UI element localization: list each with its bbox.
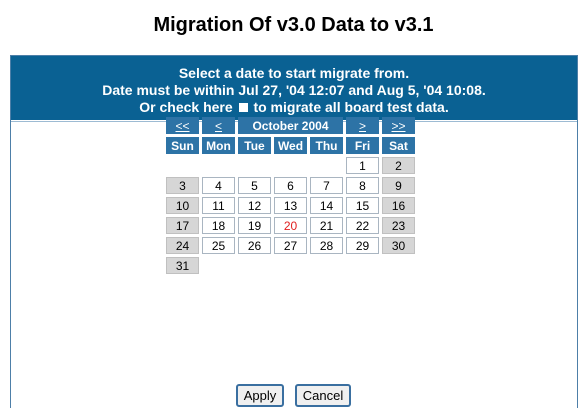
weekday-label: Fri [346, 137, 379, 154]
next-year-link[interactable]: >> [391, 119, 405, 133]
calendar-empty-cell [310, 257, 343, 274]
calendar-week-row: 24 25 26 27 28 29 30 [166, 237, 415, 254]
calendar-day-cell[interactable]: 30 [382, 237, 415, 254]
next-month-cell: > [346, 117, 379, 134]
calendar-day-cell[interactable]: 16 [382, 197, 415, 214]
weekday-label: Sat [382, 137, 415, 154]
calendar-week-row: 10 11 12 13 14 15 16 [166, 197, 415, 214]
calendar-day-cell[interactable]: 20 [274, 217, 307, 234]
prev-month-cell: < [202, 117, 235, 134]
cancel-button[interactable]: Cancel [294, 384, 352, 407]
calendar: << < October 2004 > >> Sun Mon Tue Wed Thu Fr… [163, 114, 418, 277]
next-month-link[interactable]: > [359, 119, 366, 133]
calendar-day-cell[interactable]: 24 [166, 237, 199, 254]
calendar-empty-cell [238, 157, 271, 174]
calendar-empty-cell [238, 257, 271, 274]
prev-year-cell: << [166, 117, 199, 134]
calendar-day-cell[interactable]: 8 [346, 177, 379, 194]
calendar-day-cell[interactable]: 31 [166, 257, 199, 274]
calendar-empty-cell [310, 157, 343, 174]
calendar-empty-cell [202, 257, 235, 274]
calendar-day-cell[interactable]: 28 [310, 237, 343, 254]
instruction-line-1: Select a date to start migrate from. [178, 65, 410, 81]
calendar-day-cell[interactable]: 4 [202, 177, 235, 194]
instruction-line-2: Date must be within Jul 27, '04 12:07 an… [102, 82, 486, 98]
calendar-day-cell[interactable]: 13 [274, 197, 307, 214]
migrate-all-checkbox[interactable] [238, 103, 248, 112]
calendar-day-cell[interactable]: 18 [202, 217, 235, 234]
calendar-day-cell[interactable]: 5 [238, 177, 271, 194]
calendar-day-cell[interactable]: 27 [274, 237, 307, 254]
weekday-label: Tue [238, 137, 271, 154]
calendar-empty-cell [346, 257, 379, 274]
calendar-grid: 1 2 3 4 5 6 7 8 9 10 11 12 13 14 15 16 17 18 19 20 21 22 23 24 2… [166, 157, 415, 274]
page-title: Migration Of v3.0 Data to v3.1 [153, 14, 434, 36]
weekday-header-row: Sun Mon Tue Wed Thu Fri Sat [166, 137, 415, 154]
calendar-day-cell[interactable]: 9 [382, 177, 415, 194]
prev-year-link[interactable]: << [175, 119, 189, 133]
calendar-day-cell[interactable]: 23 [382, 217, 415, 234]
apply-button[interactable]: Apply [235, 384, 285, 407]
calendar-day-cell[interactable]: 14 [310, 197, 343, 214]
button-bar: Apply Cancel [0, 384, 587, 407]
weekday-label: Mon [202, 137, 235, 154]
calendar-empty-cell [382, 257, 415, 274]
calendar-week-row: 31 [166, 257, 415, 274]
weekday-label: Sun [166, 137, 199, 154]
calendar-day-cell[interactable]: 2 [382, 157, 415, 174]
calendar-day-cell[interactable]: 12 [238, 197, 271, 214]
calendar-day-cell[interactable]: 26 [238, 237, 271, 254]
calendar-day-cell[interactable]: 29 [346, 237, 379, 254]
calendar-week-row: 12 [166, 157, 415, 174]
next-year-cell: >> [382, 117, 415, 134]
calendar-empty-cell [166, 157, 199, 174]
instruction-line-3-prefix: Or check here [139, 99, 233, 115]
calendar-day-cell[interactable]: 22 [346, 217, 379, 234]
calendar-week-row: 17 18 19 20 21 22 23 [166, 217, 415, 234]
calendar-empty-cell [274, 157, 307, 174]
calendar-empty-cell [202, 157, 235, 174]
weekday-label: Wed [274, 137, 307, 154]
calendar-day-cell[interactable]: 10 [166, 197, 199, 214]
panel-header: Select a date to start migrate from. Dat… [11, 56, 577, 120]
calendar-day-cell[interactable]: 19 [238, 217, 271, 234]
instruction-line-3-suffix: to migrate all board test data. [253, 99, 449, 115]
calendar-day-cell[interactable]: 25 [202, 237, 235, 254]
calendar-day-cell[interactable]: 21 [310, 217, 343, 234]
calendar-day-cell[interactable]: 15 [346, 197, 379, 214]
calendar-empty-cell [274, 257, 307, 274]
calendar-day-cell[interactable]: 7 [310, 177, 343, 194]
calendar-day-cell[interactable]: 6 [274, 177, 307, 194]
calendar-day-cell[interactable]: 11 [202, 197, 235, 214]
calendar-day-cell[interactable]: 3 [166, 177, 199, 194]
weekday-label: Thu [310, 137, 343, 154]
calendar-day-cell[interactable]: 17 [166, 217, 199, 234]
calendar-day-cell[interactable]: 1 [346, 157, 379, 174]
calendar-week-row: 3456789 [166, 177, 415, 194]
prev-month-link[interactable]: < [215, 119, 222, 133]
month-label: October 2004 [238, 117, 343, 134]
